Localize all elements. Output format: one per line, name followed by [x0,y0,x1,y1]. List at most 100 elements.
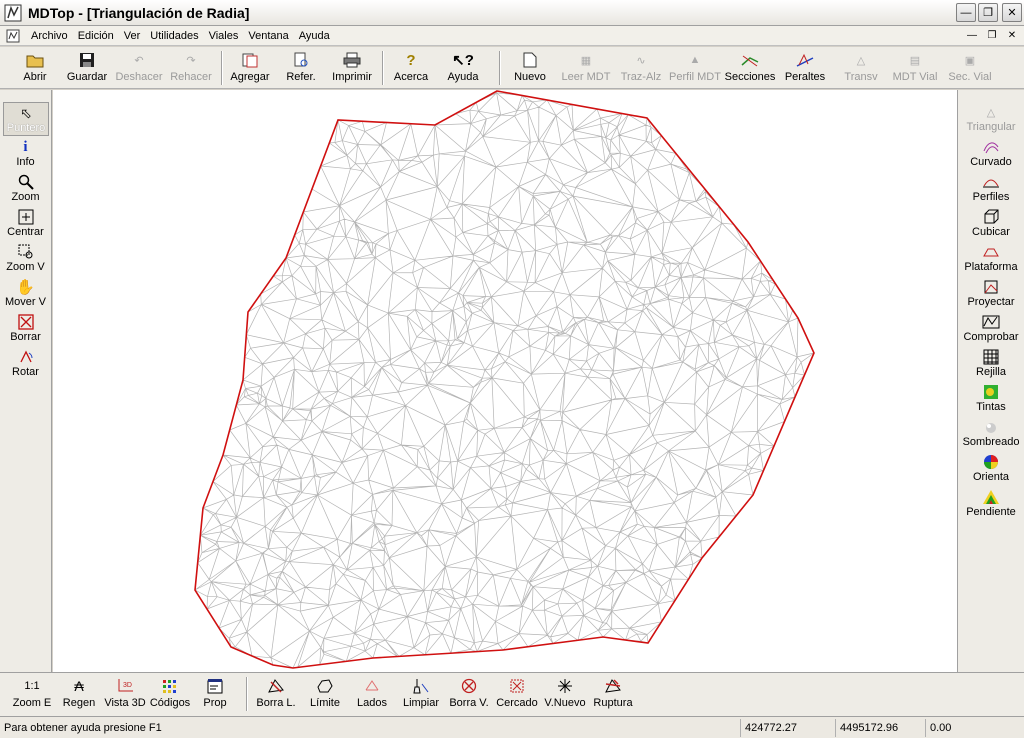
status-y-coordinate: 4495172.96 [835,719,925,737]
cubicar-button[interactable]: Cubicar [958,207,1024,241]
sides-icon [363,678,381,694]
mdt-vial-button[interactable]: ▤ MDT Vial [893,47,938,89]
center-icon [17,209,35,225]
agregar-button[interactable]: Agregar [228,47,272,89]
menu-archivo[interactable]: Archivo [26,26,73,46]
cercado-button[interactable]: Cercado [495,673,539,715]
borra-v-button[interactable]: Borra V. [447,673,491,715]
close-button[interactable]: ✕ [1002,3,1022,22]
ruptura-button[interactable]: Ruptura [591,673,635,715]
window-title: MDTop - [Triangulación de Radia] [28,4,250,21]
clean-icon [412,678,430,694]
secciones-button[interactable]: Secciones [725,47,775,89]
printer-icon [343,52,361,68]
minimize-button[interactable]: — [956,3,976,22]
perfil-mdt-button[interactable]: ▲ Perfil MDT [669,47,721,89]
pointer-icon: ⬁ [20,104,32,121]
nuevo-button[interactable]: Nuevo [512,47,548,89]
fence-icon [508,678,526,694]
rotar-button[interactable]: Rotar [0,347,51,381]
restore-icon: ❐ [983,7,993,19]
curvado-button[interactable]: Curvado [958,137,1024,171]
mover-v-button[interactable]: ✋ Mover V [0,277,51,311]
borrar-button[interactable]: Borrar [0,312,51,346]
doc-close-button[interactable]: ✕ [1004,28,1020,43]
imprimir-button[interactable]: Imprimir [331,47,373,89]
limite-button[interactable]: Límite [307,673,343,715]
centrar-button[interactable]: Centrar [0,207,51,241]
deshacer-button[interactable]: ↶ Deshacer [115,47,163,89]
new-vertex-icon [556,678,574,694]
regen-button[interactable]: ₳ Regen [60,673,98,715]
mdt-road-icon: ▤ [909,54,921,67]
status-help-text: Para obtener ayuda presione F1 [4,722,162,734]
codigos-button[interactable]: Códigos [150,673,190,715]
peraltes-button[interactable]: Peraltes [783,47,827,89]
abrir-button[interactable]: Abrir [18,47,52,89]
zoom-v-button[interactable]: Zoom V [0,242,51,276]
prop-button[interactable]: Prop [200,673,230,715]
menu-utilidades[interactable]: Utilidades [145,26,203,46]
restore-button[interactable]: ❐ [978,3,998,22]
menu-ventana[interactable]: Ventana [243,26,293,46]
status-x-coordinate: 424772.27 [740,719,835,737]
lados-button[interactable]: Lados [355,673,389,715]
close-icon: ✕ [1007,7,1017,19]
v-nuevo-button[interactable]: V.Nuevo [543,673,587,715]
bottom-toolbar: 1:1 Zoom E ₳ Regen 3D Vista 3D Códigos P… [0,672,1024,716]
mesh-edges [194,90,815,669]
drawing-canvas[interactable] [53,90,957,672]
pendiente-button[interactable]: Pendiente [958,487,1024,521]
doc-restore-button[interactable]: ❐ [984,28,1000,43]
proyectar-button[interactable]: Proyectar [958,277,1024,311]
rehacer-button[interactable]: ↷ Rehacer [169,47,213,89]
zoom-e-button[interactable]: 1:1 Zoom E [12,673,52,715]
refer-button[interactable]: Refer. [284,47,318,89]
app-icon [4,4,22,21]
plataforma-button[interactable]: Plataforma [958,242,1024,276]
limpiar-button[interactable]: Limpiar [402,673,440,715]
new-document-icon [521,52,539,68]
zoom-button[interactable]: Zoom [0,172,51,206]
menu-ver[interactable]: Ver [119,26,146,46]
menu-viales[interactable]: Viales [204,26,244,46]
slope-icon [982,489,1000,505]
borra-l-button[interactable]: Borra L. [254,673,298,715]
superelevation-icon [796,52,814,68]
cube-icon [982,209,1000,225]
transv-button[interactable]: △ Transv [843,47,879,89]
right-toolbar: △ Triangular Curvado Perfiles Cubicar Pl… [957,90,1024,672]
triangular-button[interactable]: △ Triangular [958,102,1024,136]
question-icon: ? [406,51,416,69]
transverse-icon: △ [856,54,866,67]
breakline-icon [604,678,622,694]
perfiles-button[interactable]: Perfiles [958,172,1024,206]
leer-mdt-button[interactable]: ▦ Leer MDT [562,47,611,89]
vista-3d-button[interactable]: 3D Vista 3D [103,673,147,715]
main-toolbar: Abrir Guardar ↶ Deshacer ↷ Rehacer Agreg… [0,47,1024,89]
info-button[interactable]: i Info [0,137,51,171]
guardar-button[interactable]: Guardar [64,47,110,89]
tints-icon [982,384,1000,400]
doc-minimize-button[interactable]: — [964,28,980,43]
contour-icon [982,139,1000,155]
info-icon: i [23,138,28,155]
sec-vial-button[interactable]: ▣ Sec. Vial [948,47,992,89]
menu-ayuda[interactable]: Ayuda [294,26,335,46]
orienta-button[interactable]: Orienta [958,452,1024,486]
menu-edicion[interactable]: Edición [73,26,119,46]
traz-alz-button[interactable]: ∿ Traz-Alz [620,47,662,89]
shading-icon [982,419,1000,435]
reference-icon [292,52,310,68]
puntero-button[interactable]: ⬁ Puntero [3,102,49,136]
erase-icon [17,314,35,330]
ayuda-button[interactable]: ↖? Ayuda [446,47,480,89]
tintas-button[interactable]: Tintas [958,382,1024,416]
save-icon [78,52,96,68]
rejilla-button[interactable]: Rejilla [958,347,1024,381]
sombreado-button[interactable]: Sombreado [958,417,1024,451]
codes-icon [161,678,179,694]
acerca-button[interactable]: ? Acerca [393,47,429,89]
document-icon[interactable] [6,29,20,43]
comprobar-button[interactable]: Comprobar [958,312,1024,346]
